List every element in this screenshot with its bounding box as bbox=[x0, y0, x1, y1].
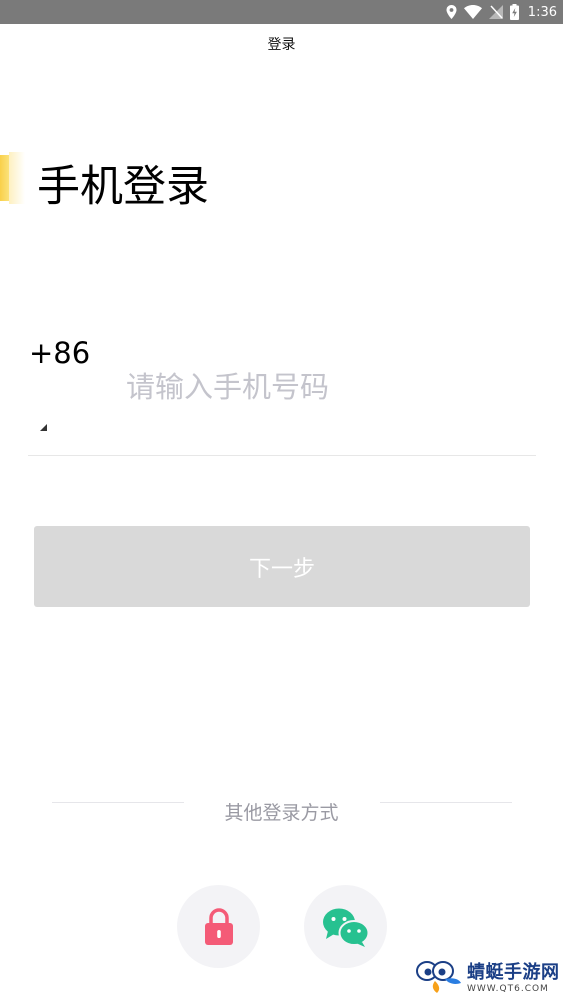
wifi-icon bbox=[463, 5, 482, 19]
watermark: 蜻蜓手游网 WWW.QT6.COM bbox=[415, 960, 560, 998]
no-signal-icon bbox=[488, 5, 503, 19]
status-icons: 1:36 bbox=[446, 0, 557, 24]
divider-right bbox=[380, 802, 512, 803]
dragonfly-logo-icon bbox=[415, 959, 463, 999]
watermark-name: 蜻蜓手游网 bbox=[467, 962, 560, 983]
next-button[interactable]: 下一步 bbox=[34, 526, 530, 607]
location-icon bbox=[446, 5, 457, 19]
wechat-icon bbox=[322, 907, 370, 947]
phone-input[interactable] bbox=[126, 364, 526, 410]
input-underline bbox=[28, 455, 536, 456]
password-login-button[interactable] bbox=[177, 885, 260, 968]
wechat-login-button[interactable] bbox=[304, 885, 387, 968]
nav-title: 登录 bbox=[267, 37, 296, 53]
status-time: 1:36 bbox=[527, 4, 557, 20]
status-bar: 1:36 bbox=[0, 0, 563, 24]
page-title: 手机登录 bbox=[37, 162, 209, 212]
country-code-selector[interactable]: +86 bbox=[29, 336, 90, 370]
heading-accent-glow bbox=[9, 152, 25, 204]
lock-icon bbox=[204, 907, 234, 946]
heading-accent-bar bbox=[0, 155, 9, 201]
battery-charging-icon bbox=[509, 4, 519, 20]
country-code-dropdown-icon[interactable] bbox=[40, 424, 47, 431]
watermark-url: WWW.QT6.COM bbox=[467, 984, 549, 994]
